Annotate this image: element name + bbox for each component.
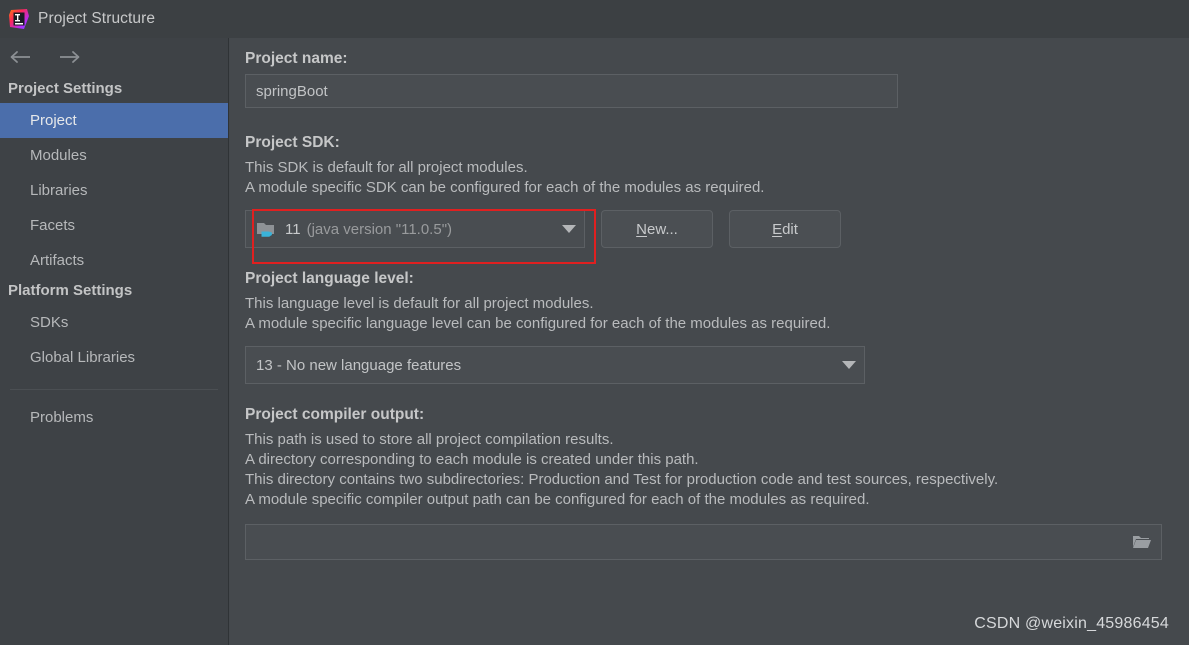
arrow-right-icon[interactable]	[56, 46, 82, 68]
sidebar-item-label: Global Libraries	[30, 349, 136, 366]
compiler-output-label: Project compiler output:	[245, 406, 425, 423]
chevron-down-icon[interactable]	[562, 225, 576, 233]
project-sdk-dropdown[interactable]: 11 (java version "11.0.5")	[245, 210, 585, 248]
language-level-section: Project language level: This language le…	[245, 270, 1169, 384]
sidebar-item-modules[interactable]: Modules	[0, 138, 228, 173]
sidebar-item-label: Facets	[30, 217, 76, 234]
compiler-output-input[interactable]	[245, 524, 1162, 560]
project-structure-dialog: Project Structure Project Settings Proje…	[0, 0, 1189, 645]
project-sdk-detail: (java version "11.0.5")	[306, 220, 453, 238]
edit-button-mnemonic: E	[772, 220, 783, 238]
java-sdk-folder-icon	[256, 219, 278, 239]
chevron-down-icon[interactable]	[842, 361, 856, 369]
project-name-input[interactable]: springBoot	[245, 74, 898, 108]
sidebar-item-label: Problems	[30, 409, 94, 426]
new-button-label: ew...	[646, 220, 678, 238]
edit-sdk-button[interactable]: Edit	[729, 210, 841, 248]
sidebar-item-libraries[interactable]: Libraries	[0, 173, 228, 208]
compiler-output-description-2: A directory corresponding to each module…	[245, 451, 699, 468]
sidebar-item-artifacts[interactable]: Artifacts	[0, 243, 228, 278]
project-sdk-row: 11 (java version "11.0.5") New... Edit	[245, 210, 1169, 248]
window-title: Project Structure	[38, 10, 156, 27]
sidebar-item-label: Artifacts	[30, 252, 85, 269]
group-title-project-settings: Project Settings	[8, 80, 123, 97]
folder-open-icon[interactable]	[1129, 532, 1153, 552]
sidebar-item-label: Libraries	[30, 182, 88, 199]
language-level-description-1: This language level is default for all p…	[245, 295, 594, 312]
project-sdk-version: 11	[285, 220, 301, 238]
project-sdk-description-1: This SDK is default for all project modu…	[245, 159, 528, 176]
language-level-description-2: A module specific language level can be …	[245, 315, 831, 332]
group-title-platform-settings: Platform Settings	[8, 282, 133, 299]
navigation-arrows	[0, 38, 228, 76]
title-bar: Project Structure	[0, 0, 1189, 38]
project-sdk-description-2: A module specific SDK can be configured …	[245, 179, 765, 196]
edit-button-label: dit	[782, 220, 798, 238]
sidebar-divider	[10, 389, 218, 390]
project-name-label: Project name:	[245, 50, 348, 67]
sidebar-item-label: Modules	[30, 147, 87, 164]
intellij-idea-logo-icon	[8, 8, 30, 30]
new-button-mnemonic: N	[636, 220, 647, 238]
sidebar-item-global-libraries[interactable]: Global Libraries	[0, 340, 228, 375]
language-level-label: Project language level:	[245, 270, 414, 287]
compiler-output-description-1: This path is used to store all project c…	[245, 431, 614, 448]
sidebar-item-problems[interactable]: Problems	[0, 400, 228, 435]
sidebar-item-sdks[interactable]: SDKs	[0, 305, 228, 340]
project-settings-panel: Project name: springBoot Project SDK: Th…	[230, 38, 1189, 645]
csdn-watermark: CSDN @weixin_45986454	[974, 615, 1169, 632]
compiler-output-description-4: A module specific compiler output path c…	[245, 491, 870, 508]
new-sdk-button[interactable]: New...	[601, 210, 713, 248]
sidebar-item-facets[interactable]: Facets	[0, 208, 228, 243]
project-sdk-label: Project SDK:	[245, 134, 340, 151]
sidebar-item-project[interactable]: Project	[0, 103, 228, 138]
settings-sidebar: Project Settings Project Modules Librari…	[0, 38, 229, 645]
project-name-value: springBoot	[256, 82, 328, 100]
compiler-output-description-3: This directory contains two subdirectori…	[245, 471, 999, 488]
sidebar-item-label: Project	[30, 112, 77, 129]
sidebar-item-label: SDKs	[30, 314, 69, 331]
compiler-output-section: Project compiler output: This path is us…	[245, 406, 1169, 560]
arrow-left-icon[interactable]	[8, 46, 34, 68]
language-level-value: 13 - No new language features	[256, 356, 462, 374]
language-level-dropdown[interactable]: 13 - No new language features	[245, 346, 865, 384]
